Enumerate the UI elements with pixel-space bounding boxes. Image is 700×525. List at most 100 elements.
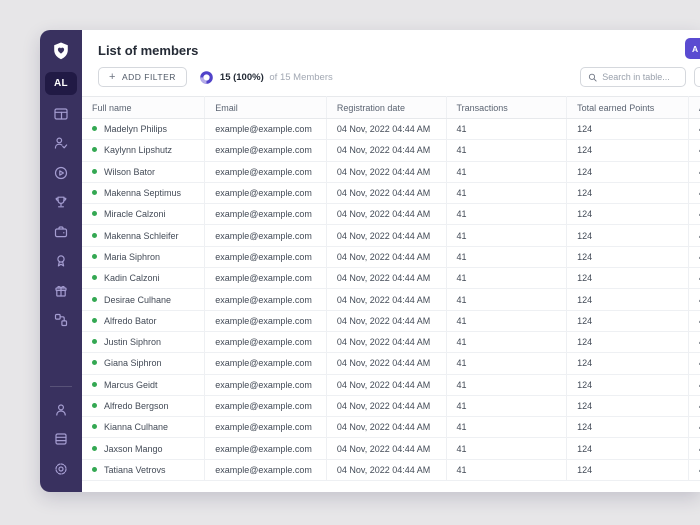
main-content: List of members A + ADD FILTER 15 (100%)… [82, 30, 700, 492]
cell-registration_date: 04 Nov, 2022 04:44 AM [326, 331, 446, 352]
cell-full_name: Wilson Bator [82, 161, 205, 182]
status-dot [92, 382, 97, 387]
cell-email: example@example.com [205, 140, 327, 161]
column-header-active: Active [688, 97, 700, 119]
cell-transactions: 41 [446, 204, 567, 225]
table-row[interactable]: Maria Siphronexample@example.com04 Nov, … [82, 246, 700, 267]
cell-total_earned_points: 124 [567, 182, 689, 203]
gift-icon[interactable] [53, 283, 69, 298]
cell-full_name: Justin Siphron [82, 331, 205, 352]
cell-registration_date: 04 Nov, 2022 04:44 AM [326, 204, 446, 225]
table-row[interactable]: Kianna Culhaneexample@example.com04 Nov,… [82, 417, 700, 438]
cell-full_name: Kianna Culhane [82, 417, 205, 438]
cell-email: example@example.com [205, 268, 327, 289]
column-header-full-name: Full name [82, 97, 205, 119]
cell-email: example@example.com [205, 225, 327, 246]
cell-email: example@example.com [205, 395, 327, 416]
cell-full_name: Miracle Calzoni [82, 204, 205, 225]
cell-total_earned_points: 124 [567, 246, 689, 267]
app-window: AL List of members A + ADD FILTER 15 (10… [40, 30, 700, 492]
cell-full_name: Alfredo Bergson [82, 395, 205, 416]
table-row[interactable]: Jaxson Mango example@example.com04 Nov, 2… [82, 438, 700, 459]
table-row[interactable]: Alfredo Bergson example@example.com04 Nov… [82, 395, 700, 416]
search-input[interactable] [602, 72, 678, 82]
cell-active: 42 [688, 331, 700, 352]
cell-full_name: Jaxson Mango [82, 438, 205, 459]
table-row[interactable]: Tatiana Vetrovsexample@example.com04 Nov… [82, 459, 700, 480]
cell-total_earned_points: 124 [567, 119, 689, 140]
member-name: Jaxson Mango [104, 444, 163, 454]
column-header-total-earned-points: Total earned Points [567, 97, 689, 119]
cell-registration_date: 04 Nov, 2022 04:44 AM [326, 161, 446, 182]
column-header-registration-date: Registration date [326, 97, 446, 119]
cell-total_earned_points: 124 [567, 459, 689, 480]
cell-active: 42 [688, 204, 700, 225]
status-dot [92, 126, 97, 131]
wallet-icon[interactable] [53, 224, 69, 239]
cell-active: 42 [688, 417, 700, 438]
add-member-button[interactable]: A [685, 38, 700, 59]
cell-transactions: 41 [446, 374, 567, 395]
member-name: Maria Siphron [104, 252, 160, 262]
panels-icon[interactable] [53, 106, 69, 121]
sidebar: AL [40, 30, 82, 492]
cell-total_earned_points: 124 [567, 438, 689, 459]
table-row[interactable]: Kadin Calzoniexample@example.com04 Nov, … [82, 268, 700, 289]
cell-full_name: Tatiana Vetrovs [82, 459, 205, 480]
member-name: Alfredo Bergson [104, 401, 169, 411]
add-filter-button[interactable]: + ADD FILTER [98, 67, 187, 87]
table-row[interactable]: Giana Siphronexample@example.com04 Nov, … [82, 353, 700, 374]
cell-total_earned_points: 124 [567, 395, 689, 416]
status-dot [92, 147, 97, 152]
cell-transactions: 41 [446, 140, 567, 161]
table-row[interactable]: Justin Siphronexample@example.com04 Nov,… [82, 331, 700, 352]
table-row[interactable]: Makenna Schleiferexample@example.com04 N… [82, 225, 700, 246]
table-row[interactable]: Madelyn Philipsexample@example.com04 Nov… [82, 119, 700, 140]
cell-registration_date: 04 Nov, 2022 04:44 AM [326, 182, 446, 203]
cell-email: example@example.com [205, 246, 327, 267]
clipped-toolbar-button[interactable] [694, 67, 700, 87]
medal-icon[interactable] [53, 254, 69, 269]
cell-email: example@example.com [205, 310, 327, 331]
cell-registration_date: 04 Nov, 2022 04:44 AM [326, 268, 446, 289]
cell-total_earned_points: 124 [567, 161, 689, 182]
member-name: Kianna Culhane [104, 422, 168, 432]
table-row[interactable]: Marcus Geidtexample@example.com04 Nov, 2… [82, 374, 700, 395]
cell-registration_date: 04 Nov, 2022 04:44 AM [326, 417, 446, 438]
cell-email: example@example.com [205, 204, 327, 225]
cell-full_name: Desirae Culhane [82, 289, 205, 310]
cell-total_earned_points: 124 [567, 225, 689, 246]
cell-full_name: Marcus Geidt [82, 374, 205, 395]
avatar[interactable]: AL [45, 72, 77, 95]
cell-registration_date: 04 Nov, 2022 04:44 AM [326, 438, 446, 459]
column-header-email: Email [205, 97, 327, 119]
cell-email: example@example.com [205, 374, 327, 395]
cell-active: 42 [688, 161, 700, 182]
cell-total_earned_points: 124 [567, 289, 689, 310]
status-dot [92, 467, 97, 472]
database-icon[interactable] [53, 432, 69, 447]
cell-email: example@example.com [205, 438, 327, 459]
member-name: Tatiana Vetrovs [104, 465, 166, 475]
table-row[interactable]: Wilson Batorexample@example.com04 Nov, 2… [82, 161, 700, 182]
gear-icon[interactable] [53, 461, 69, 476]
play-circle-icon[interactable] [53, 165, 69, 180]
workflow-icon[interactable] [53, 313, 69, 328]
person-icon[interactable] [53, 402, 69, 417]
cell-transactions: 41 [446, 331, 567, 352]
cell-transactions: 41 [446, 310, 567, 331]
users-icon[interactable] [53, 136, 69, 151]
table-row[interactable]: Desirae Culhaneexample@example.com04 Nov… [82, 289, 700, 310]
cell-transactions: 41 [446, 395, 567, 416]
table-row[interactable]: Kaylynn Lipshutzexample@example.com04 No… [82, 140, 700, 161]
table-row[interactable]: Miracle Calzoniexample@example.com04 Nov… [82, 204, 700, 225]
add-filter-label: ADD FILTER [122, 72, 176, 82]
cell-full_name: Alfredo Bator [82, 310, 205, 331]
cell-full_name: Kaylynn Lipshutz [82, 140, 205, 161]
table-row[interactable]: Makenna Septimusexample@example.com04 No… [82, 182, 700, 203]
table-row[interactable]: Alfredo Batorexample@example.com04 Nov, … [82, 310, 700, 331]
trophy-icon[interactable] [53, 195, 69, 210]
cell-registration_date: 04 Nov, 2022 04:44 AM [326, 395, 446, 416]
cell-active: 42 [688, 119, 700, 140]
member-count-suffix: of 15 Members [269, 72, 332, 83]
